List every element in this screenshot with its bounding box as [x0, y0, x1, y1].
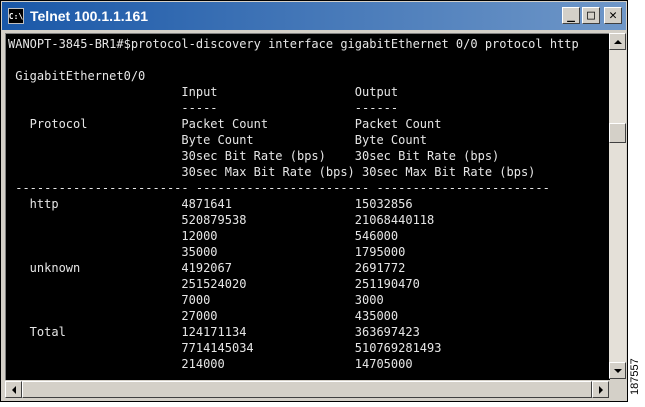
terminal-line: ----- ------ [8, 101, 399, 115]
terminal-line: 7714145034 510769281493 [8, 341, 442, 355]
arrow-right-icon [598, 385, 603, 394]
vertical-scrollbar[interactable] [609, 33, 626, 379]
terminal-line: ------------------------ ---------------… [8, 181, 550, 195]
minimize-button[interactable]: _ [562, 7, 580, 24]
terminal-line: Byte Count Byte Count [8, 133, 428, 147]
terminal-line: http 4871641 15032856 [8, 197, 413, 211]
terminal-line: WANOPT-3845-BR1#$protocol-discovery inte… [8, 37, 579, 51]
telnet-window: C:\ Telnet 100.1.1.161 _ □ ✕ WANOPT-3845… [0, 0, 628, 402]
title-bar[interactable]: C:\ Telnet 100.1.1.161 _ □ ✕ [2, 2, 626, 30]
terminal-line: unknown 4192067 2691772 [8, 261, 406, 275]
figure-number: 187557 [629, 358, 641, 395]
terminal-line: 214000 14705000 [8, 357, 413, 371]
terminal-line: 7000 3000 [8, 293, 384, 307]
scroll-down-button[interactable] [609, 362, 626, 379]
terminal-line: 30sec Bit Rate (bps) 30sec Bit Rate (bps… [8, 149, 500, 163]
scroll-left-button[interactable] [5, 381, 22, 398]
terminal-line: GigabitEthernet0/0 [8, 69, 146, 83]
terminal-line: 27000 435000 [8, 309, 399, 323]
terminal-output[interactable]: WANOPT-3845-BR1#$protocol-discovery inte… [5, 33, 610, 380]
close-button[interactable]: ✕ [604, 7, 622, 24]
terminal-line: Protocol Packet Count Packet Count [8, 117, 442, 131]
arrow-down-icon [613, 368, 622, 373]
scroll-up-button[interactable] [609, 33, 626, 50]
terminal-line: 520879538 21068440118 [8, 213, 435, 227]
horizontal-scrollbar[interactable] [5, 381, 609, 398]
window-controls: _ □ ✕ [562, 7, 622, 24]
scroll-right-button[interactable] [592, 381, 609, 398]
terminal-text: WANOPT-3845-BR1#$protocol-discovery inte… [6, 34, 610, 372]
arrow-left-icon [11, 385, 16, 394]
terminal-line: 251524020 251190470 [8, 277, 420, 291]
scrollbar-corner [609, 381, 626, 398]
arrow-up-icon [613, 39, 622, 44]
maximize-button[interactable]: □ [582, 7, 600, 24]
terminal-line: 30sec Max Bit Rate (bps) 30sec Max Bit R… [8, 165, 536, 179]
terminal-line: 12000 546000 [8, 229, 399, 243]
console-app-icon[interactable]: C:\ [8, 8, 24, 24]
window-title: Telnet 100.1.1.161 [30, 8, 149, 24]
horizontal-scroll-thumb[interactable] [22, 381, 592, 398]
vertical-scroll-thumb[interactable] [609, 123, 626, 143]
terminal-line: Input Output [8, 85, 399, 99]
terminal-line: 35000 1795000 [8, 245, 406, 259]
terminal-line: Total 124171134 363697423 [8, 325, 420, 339]
